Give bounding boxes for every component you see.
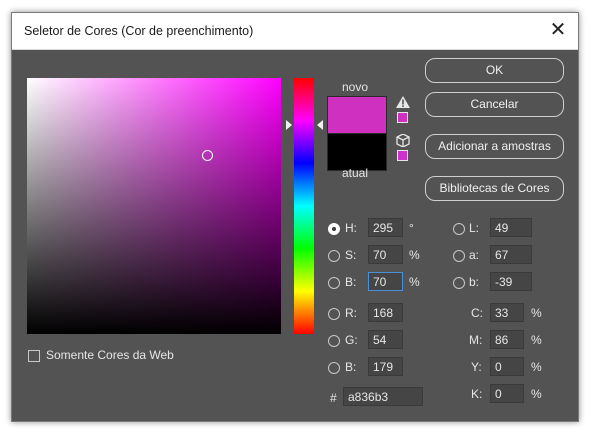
brightness-label: B:: [345, 275, 357, 289]
green-label: G:: [345, 333, 358, 347]
saturation-unit: %: [409, 248, 420, 262]
lab-b-radio[interactable]: [453, 277, 465, 289]
cyan-field[interactable]: 33: [490, 303, 524, 322]
hex-label: #: [330, 391, 337, 405]
hue-label: H:: [345, 221, 357, 235]
new-color-swatch: [327, 96, 387, 134]
close-icon[interactable]: ✕: [544, 17, 572, 45]
lab-a-label: a:: [469, 248, 480, 262]
lab-l-field[interactable]: 49: [490, 218, 532, 237]
color-libraries-button[interactable]: Bibliotecas de Cores: [425, 176, 564, 201]
lab-a-field[interactable]: 67: [490, 245, 532, 264]
color-picker-dialog: Seletor de Cores (Cor de preenchimento) …: [11, 12, 579, 422]
cyan-unit: %: [531, 306, 542, 320]
yellow-field[interactable]: 0: [490, 357, 524, 376]
new-color-label: novo: [342, 80, 369, 94]
lab-a-radio[interactable]: [453, 250, 465, 262]
dialog-title: Seletor de Cores (Cor de preenchimento): [24, 24, 254, 38]
green-field[interactable]: 54: [368, 330, 403, 349]
web-colors-only-label: Somente Cores da Web: [46, 348, 174, 362]
magenta-label: M:: [469, 333, 483, 347]
brightness-radio[interactable]: [328, 277, 340, 289]
brightness-field[interactable]: 70: [368, 272, 403, 291]
saturation-label: S:: [345, 248, 357, 262]
cancel-button[interactable]: Cancelar: [425, 92, 564, 117]
hue-radio[interactable]: [328, 223, 340, 235]
yellow-unit: %: [531, 360, 542, 374]
magenta-field[interactable]: 86: [490, 330, 524, 349]
lab-b-field[interactable]: -39: [490, 272, 532, 291]
add-to-swatches-button[interactable]: Adicionar a amostras: [425, 134, 564, 159]
black-unit: %: [531, 387, 542, 401]
black-field[interactable]: 0: [490, 384, 524, 403]
hue-slider[interactable]: [294, 78, 314, 334]
warning-triangle-icon[interactable]: [396, 96, 410, 108]
brightness-unit: %: [409, 275, 420, 289]
web-safe-swatch[interactable]: [397, 150, 408, 161]
lab-l-radio[interactable]: [453, 223, 465, 235]
color-picker-cursor[interactable]: [202, 150, 213, 161]
blue-field[interactable]: 179: [368, 357, 403, 376]
blue-label: B:: [345, 360, 357, 374]
yellow-label: Y:: [471, 360, 482, 374]
current-color-label: atual: [342, 166, 369, 180]
red-radio[interactable]: [328, 308, 340, 320]
saturation-field[interactable]: 70: [368, 245, 403, 264]
color-field[interactable]: [27, 78, 281, 334]
hue-field[interactable]: 295: [368, 218, 403, 237]
blue-radio[interactable]: [328, 362, 340, 374]
gamut-warning-swatch[interactable]: [397, 112, 408, 123]
web-colors-only-checkbox[interactable]: [28, 350, 40, 362]
green-radio[interactable]: [328, 335, 340, 347]
magenta-unit: %: [531, 333, 542, 347]
red-label: R:: [345, 306, 357, 320]
title-bar: Seletor de Cores (Cor de preenchimento) …: [12, 13, 578, 50]
hue-unit: °: [409, 221, 414, 235]
hue-slider-left-arrow-icon[interactable]: [286, 120, 292, 130]
ok-button[interactable]: OK: [425, 58, 564, 83]
hue-slider-right-arrow-icon[interactable]: [317, 120, 323, 130]
red-field[interactable]: 168: [368, 303, 403, 322]
black-label: K:: [471, 387, 483, 401]
hex-field[interactable]: a836b3: [343, 387, 423, 406]
lab-b-label: b:: [469, 275, 480, 289]
saturation-radio[interactable]: [328, 250, 340, 262]
cyan-label: C:: [471, 306, 483, 320]
lab-l-label: L:: [469, 221, 480, 235]
web-cube-icon[interactable]: [396, 134, 410, 147]
